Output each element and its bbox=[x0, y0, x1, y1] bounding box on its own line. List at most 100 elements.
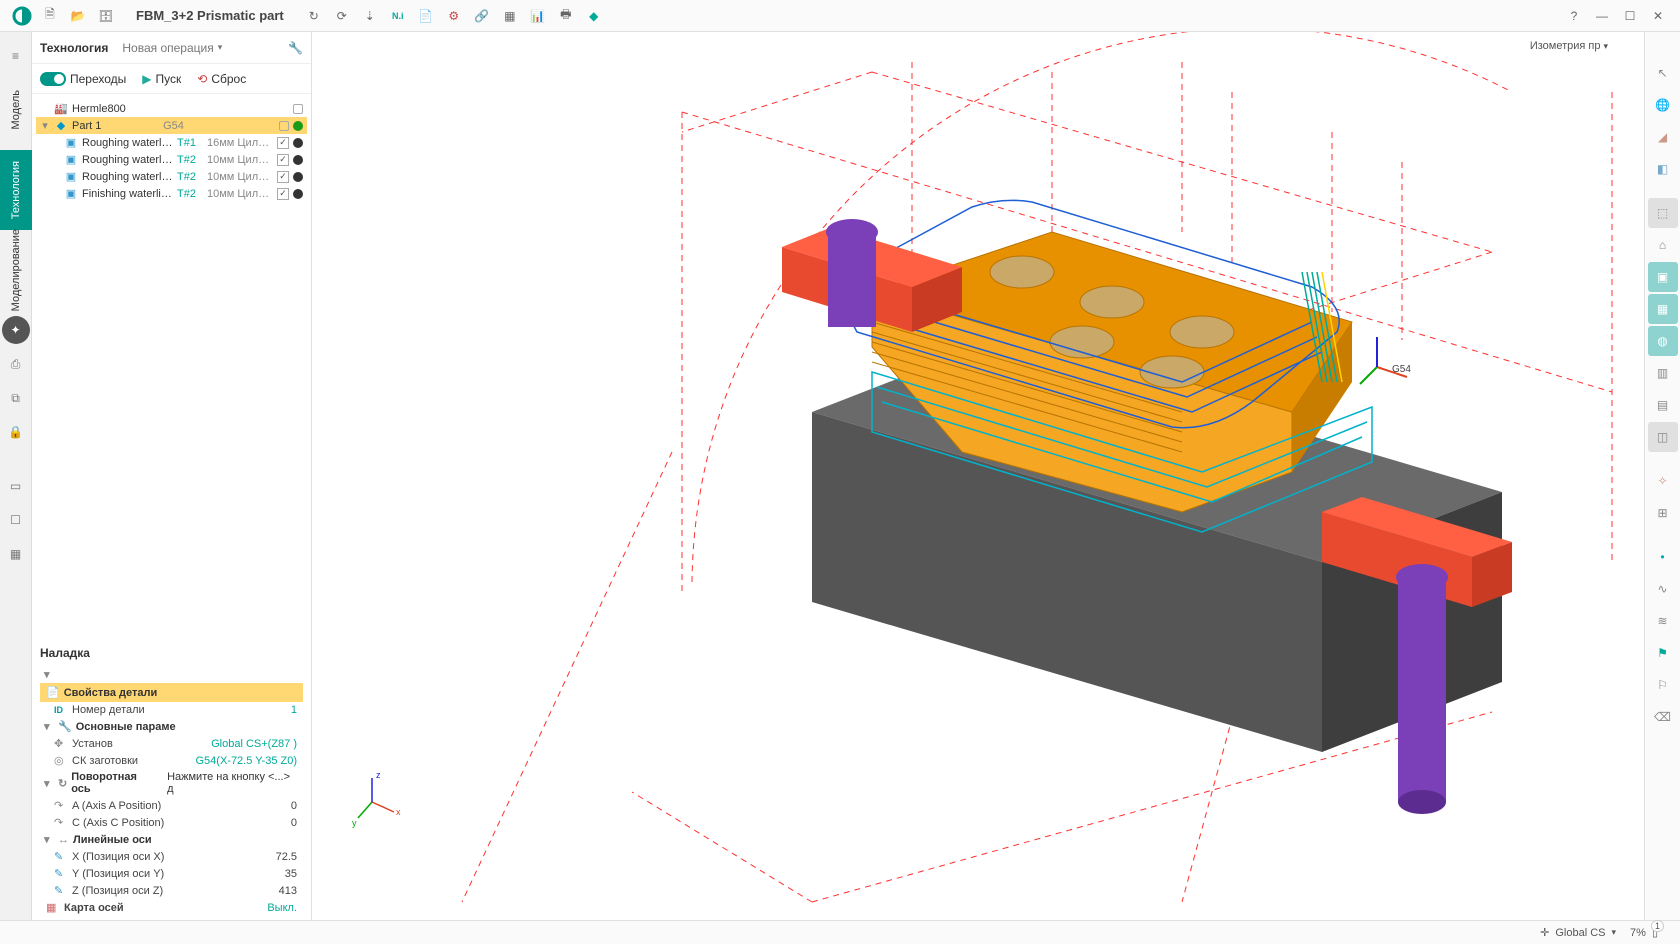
mainparams-group[interactable]: ▾🔧Основные параме bbox=[40, 718, 303, 735]
minimize-icon[interactable]: ― bbox=[1588, 2, 1616, 30]
report-icon[interactable]: 📄 bbox=[412, 2, 440, 30]
save-file-icon[interactable]: 🗄 bbox=[92, 2, 120, 30]
setup-panel: Наладка ▾ 📄Свойства детали IDНомер детал… bbox=[32, 636, 311, 920]
chart-icon[interactable]: 📊 bbox=[524, 2, 552, 30]
close-icon[interactable]: ✕ bbox=[1644, 2, 1672, 30]
zoom-indicator[interactable]: 7% ▯ 1 bbox=[1630, 926, 1658, 939]
panel-settings-icon[interactable]: 🔧 bbox=[288, 41, 303, 55]
svg-text:y: y bbox=[352, 818, 357, 828]
sim-icon[interactable]: ◆ bbox=[580, 2, 608, 30]
open-file-icon[interactable]: 📂 bbox=[64, 2, 92, 30]
tree-op[interactable]: ▣ Roughing waterline2 T#2 10мм Цилинд ✓ bbox=[36, 151, 307, 168]
rail-print-icon[interactable]: ⎙ bbox=[2, 350, 30, 378]
side-panel-title: Технология bbox=[40, 41, 108, 55]
rail-copy-icon[interactable]: ⧉ bbox=[2, 384, 30, 412]
rail-origin-icon[interactable]: ✦ bbox=[2, 316, 30, 344]
rail-tab-technology[interactable]: Технология bbox=[0, 150, 32, 230]
axis-y-icon: ✎ bbox=[54, 867, 68, 880]
prop-axis-z[interactable]: ✎Z (Позиция оси Z)413 bbox=[40, 882, 303, 899]
cube-icon[interactable]: ◧ bbox=[1648, 154, 1678, 184]
map-icon: ▦ bbox=[46, 901, 60, 914]
axis-a-icon: ↷ bbox=[54, 799, 68, 812]
clear-icon[interactable]: ✧ bbox=[1648, 466, 1678, 496]
tree-machine[interactable]: 🏭 Hermle800 bbox=[36, 100, 307, 117]
new-file-icon[interactable]: 🗎 bbox=[36, 2, 64, 30]
layers-icon[interactable]: ≋ bbox=[1648, 606, 1678, 636]
rail-lock-icon[interactable]: 🔒 bbox=[2, 418, 30, 446]
detail-head[interactable]: 📄Свойства детали bbox=[40, 683, 303, 702]
view6-icon[interactable]: ▥ bbox=[1648, 358, 1678, 388]
rail-tab-model[interactable]: Модель bbox=[0, 70, 32, 150]
rail-tab-modeling[interactable]: Моделирование bbox=[0, 230, 32, 310]
rail-rect-icon[interactable]: ▭ bbox=[2, 472, 30, 500]
link-icon[interactable]: 🔗 bbox=[468, 2, 496, 30]
op-icon: ▣ bbox=[64, 170, 78, 184]
refresh-icon[interactable]: ↻ bbox=[300, 2, 328, 30]
linear-group[interactable]: ▾↔Линейные оси bbox=[40, 831, 303, 848]
tree-part[interactable]: ▾◆ Part 1 G54 bbox=[36, 117, 307, 134]
globe-icon[interactable]: 🌐 bbox=[1648, 90, 1678, 120]
view8-icon[interactable]: ◫ bbox=[1648, 422, 1678, 452]
app-logo[interactable] bbox=[8, 2, 36, 30]
linear-icon: ↔ bbox=[58, 834, 69, 846]
rail-menu-icon[interactable]: ≡ bbox=[2, 42, 30, 70]
face-icon[interactable]: ◢ bbox=[1648, 122, 1678, 152]
flag1-icon[interactable]: ⚑ bbox=[1648, 638, 1678, 668]
view2-icon[interactable]: ⌂ bbox=[1648, 230, 1678, 260]
badge-count: 1 bbox=[1651, 920, 1664, 932]
view4-icon[interactable]: ▦ bbox=[1648, 294, 1678, 324]
cursor-icon[interactable]: ↖ bbox=[1648, 58, 1678, 88]
wave-icon[interactable]: ∿ bbox=[1648, 574, 1678, 604]
rebuild-icon[interactable]: ⟳ bbox=[328, 2, 356, 30]
viewport[interactable]: Изометрия пр▾ bbox=[312, 32, 1644, 920]
prop-axesmap[interactable]: ▦Карта осейВыкл. bbox=[40, 899, 303, 916]
flag2-icon[interactable]: ⚐ bbox=[1648, 670, 1678, 700]
svg-text:G54: G54 bbox=[1392, 364, 1411, 375]
print-icon[interactable]: 🖶 bbox=[552, 2, 580, 30]
view1-icon[interactable]: ⬚ bbox=[1648, 198, 1678, 228]
prop-setup[interactable]: ✥УстановGlobal CS+(Z87 ) bbox=[40, 735, 303, 752]
tree-op[interactable]: ▣ Roughing waterline3 T#2 10мм Цилинд ✓ bbox=[36, 168, 307, 185]
op-icon: ▣ bbox=[64, 136, 78, 150]
setup-title: Наладка bbox=[40, 646, 303, 660]
reset-button[interactable]: ⟲Сброс bbox=[197, 72, 246, 86]
prop-axis-a[interactable]: ↷A (Axis A Position)0 bbox=[40, 797, 303, 814]
rotary-group[interactable]: ▾↻Поворотная осьНажмите на кнопку <...> … bbox=[40, 769, 303, 797]
help-icon[interactable]: ? bbox=[1560, 2, 1588, 30]
view3-icon[interactable]: ▣ bbox=[1648, 262, 1678, 292]
expand-icon: ▾ bbox=[40, 119, 50, 132]
toolpath-icon[interactable]: ⇣ bbox=[356, 2, 384, 30]
toggle-icon bbox=[40, 72, 66, 86]
prop-partnum[interactable]: IDНомер детали1 bbox=[40, 702, 303, 718]
trash-icon[interactable]: ⌫ bbox=[1648, 702, 1678, 732]
right-rail: ↖ 🌐 ◢ ◧ ⬚ ⌂ ▣ ▦ ◍ ▥ ▤ ◫ ✧ ⊞ • ∿ ≋ ⚑ ⚐ ⌫ bbox=[1644, 32, 1680, 920]
cs-icon: ✛ bbox=[1540, 926, 1549, 939]
rail-select-icon[interactable]: ☐ bbox=[2, 506, 30, 534]
prop-axis-x[interactable]: ✎X (Позиция оси X)72.5 bbox=[40, 848, 303, 865]
machine-icon: 🏭 bbox=[54, 102, 68, 116]
maximize-icon[interactable]: ☐ bbox=[1616, 2, 1644, 30]
rail-grid-icon[interactable]: ▦ bbox=[2, 540, 30, 568]
prop-axis-c[interactable]: ↷C (Axis C Position)0 bbox=[40, 814, 303, 831]
detail-group[interactable]: ▾ bbox=[40, 666, 303, 683]
tree-op[interactable]: ▣ Finishing waterline T#2 10мм Цилинд ✓ bbox=[36, 185, 307, 202]
view5-icon[interactable]: ◍ bbox=[1648, 326, 1678, 356]
transitions-toggle[interactable]: Переходы bbox=[40, 72, 126, 86]
global-cs-dropdown[interactable]: ✛ Global CS ▾ bbox=[1540, 926, 1616, 939]
view-orientation-dropdown[interactable]: Изометрия пр▾ bbox=[1530, 40, 1608, 52]
new-operation-dropdown[interactable]: Новая операция▾ bbox=[122, 41, 222, 55]
cs-marker: G54 bbox=[1360, 337, 1411, 384]
options-icon[interactable]: ⚙ bbox=[440, 2, 468, 30]
run-button[interactable]: ▶Пуск bbox=[142, 72, 181, 86]
prop-workcs[interactable]: ◎СК заготовкиG54(X-72.5 Y-35 Z0) bbox=[40, 752, 303, 769]
top-toolbar: 🗎 📂 🗄 FBM_3+2 Prismatic part ↻ ⟳ ⇣ N.i 📄… bbox=[0, 0, 1680, 32]
grid-icon[interactable]: ⊞ bbox=[1648, 498, 1678, 528]
op-icon: ▣ bbox=[64, 187, 78, 201]
view7-icon[interactable]: ▤ bbox=[1648, 390, 1678, 420]
dot-icon[interactable]: • bbox=[1648, 542, 1678, 572]
view-icon[interactable]: ▦ bbox=[496, 2, 524, 30]
nc-icon[interactable]: N.i bbox=[384, 2, 412, 30]
svg-text:z: z bbox=[376, 770, 381, 780]
prop-axis-y[interactable]: ✎Y (Позиция оси Y)35 bbox=[40, 865, 303, 882]
tree-op[interactable]: ▣ Roughing waterline T#1 16мм Цилинд ✓ bbox=[36, 134, 307, 151]
